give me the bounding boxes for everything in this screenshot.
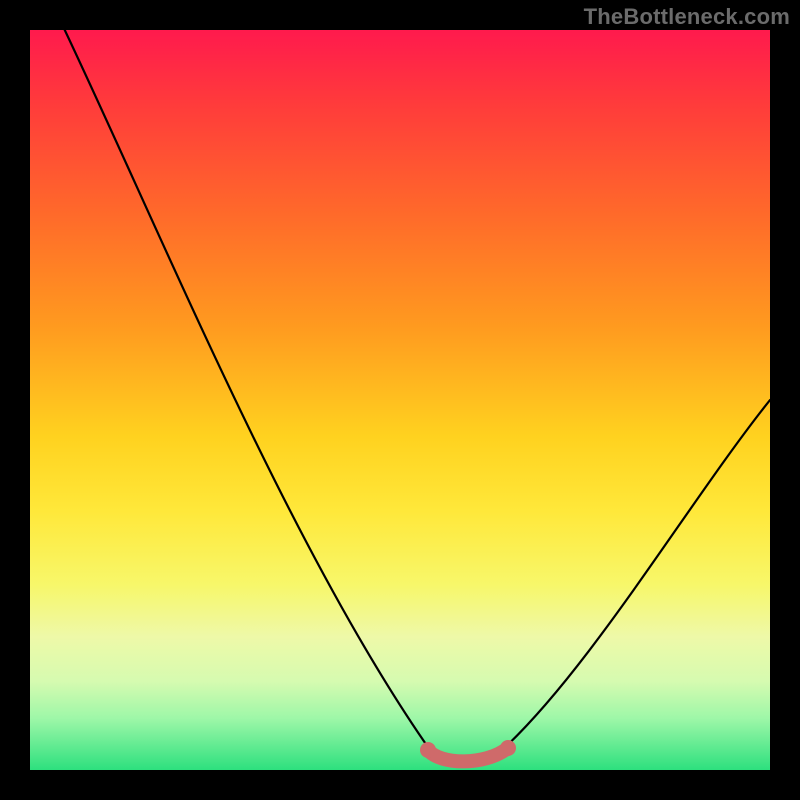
plot-area: [30, 30, 770, 770]
chart-frame: TheBottleneck.com: [0, 0, 800, 800]
optimal-band-dot-left: [420, 742, 436, 758]
optimal-band-dot-right: [500, 740, 516, 756]
curve-svg: [30, 30, 770, 770]
optimal-band-highlight: [428, 748, 508, 761]
watermark-text: TheBottleneck.com: [584, 4, 790, 30]
bottleneck-curve: [60, 30, 770, 764]
